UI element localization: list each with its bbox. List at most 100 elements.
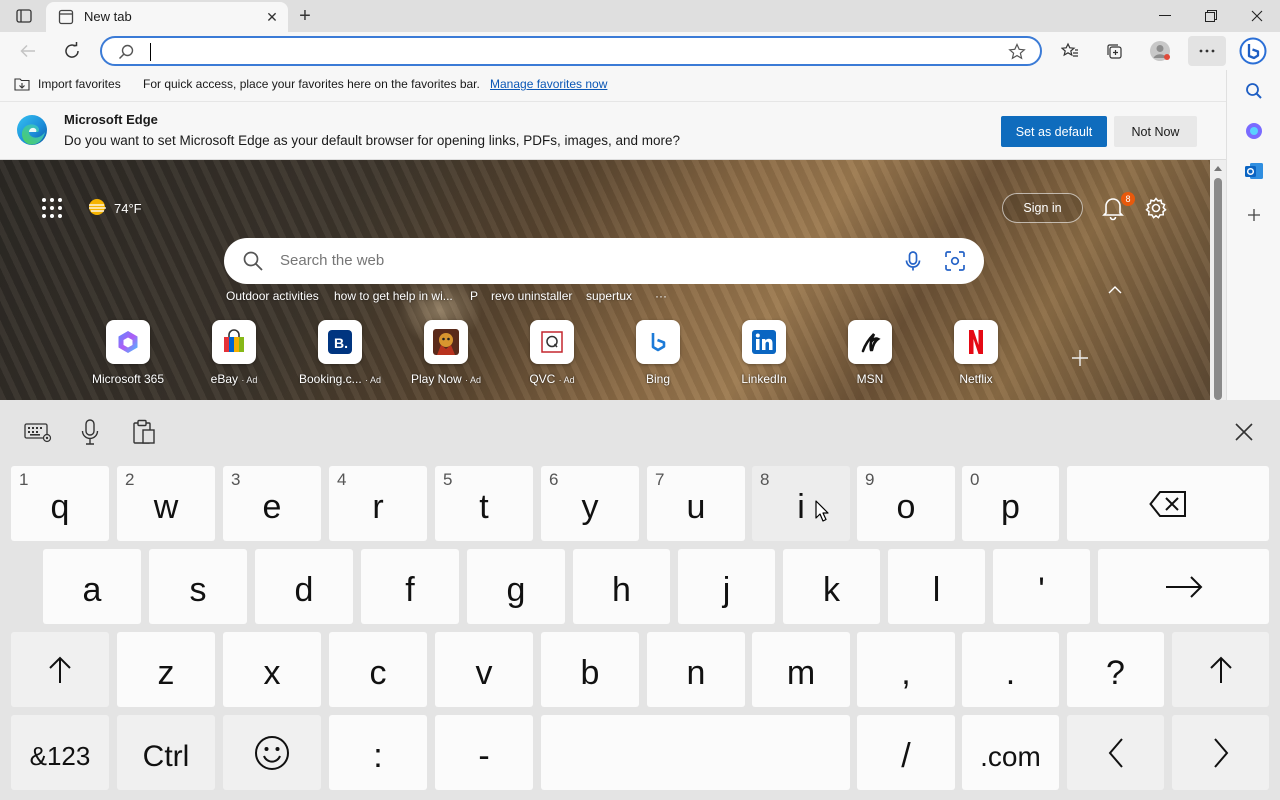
key-f[interactable]: f <box>361 549 459 624</box>
key-q[interactable]: 1q <box>11 466 109 541</box>
cursor-left-key[interactable] <box>1067 715 1164 790</box>
key-e[interactable]: 3e <box>223 466 321 541</box>
copilot-button[interactable] <box>1238 36 1268 66</box>
sidebar-search-button[interactable] <box>1241 78 1267 104</box>
key-p[interactable]: 0p <box>962 466 1059 541</box>
key-m[interactable]: m <box>752 632 850 707</box>
key-u[interactable]: 7u <box>647 466 745 541</box>
set-as-default-button[interactable]: Set as default <box>1001 116 1107 147</box>
ctrl-key[interactable]: Ctrl <box>117 715 215 790</box>
trending-search-chip[interactable]: revo uninstaller <box>491 289 572 303</box>
tab-new-tab[interactable]: New tab ✕ <box>46 2 288 32</box>
key-s[interactable]: s <box>149 549 247 624</box>
key-r[interactable]: 4r <box>329 466 427 541</box>
key-dotcom[interactable]: .com <box>962 715 1059 790</box>
quick-link-tile[interactable]: Play Now · Ad <box>396 320 496 390</box>
plus-icon <box>1248 209 1260 221</box>
cursor-right-key[interactable] <box>1172 715 1269 790</box>
key-b[interactable]: b <box>541 632 639 707</box>
key-slash[interactable]: / <box>857 715 955 790</box>
key-apostrophe[interactable]: ' <box>993 549 1090 624</box>
trending-search-chip[interactable]: P <box>470 289 478 303</box>
key-question[interactable]: ? <box>1067 632 1164 707</box>
voice-typing-button[interactable] <box>76 418 104 446</box>
address-bar[interactable] <box>100 36 1042 66</box>
key-i[interactable]: 8i <box>752 466 850 541</box>
shift-left-key[interactable] <box>11 632 109 707</box>
favorites-button[interactable] <box>1056 38 1084 64</box>
app-launcher-icon[interactable] <box>40 196 64 220</box>
key-colon[interactable]: : <box>329 715 427 790</box>
visual-search-icon[interactable] <box>944 250 966 272</box>
close-window-button[interactable] <box>1234 0 1280 32</box>
spacebar-key[interactable] <box>541 715 850 790</box>
key-x[interactable]: x <box>223 632 321 707</box>
restore-button[interactable] <box>1188 0 1234 32</box>
collections-button[interactable] <box>1100 38 1128 64</box>
add-shortcut-icon[interactable] <box>1070 348 1090 368</box>
chevron-up-icon[interactable] <box>1107 284 1123 296</box>
sidebar-add-button[interactable] <box>1241 202 1267 228</box>
enter-key[interactable] <box>1098 549 1269 624</box>
key-d[interactable]: d <box>255 549 353 624</box>
new-tab-button[interactable]: + <box>294 5 316 27</box>
clipboard-button[interactable] <box>130 418 158 446</box>
quick-link-tile[interactable]: LinkedIn <box>714 320 814 390</box>
key-o[interactable]: 9o <box>857 466 955 541</box>
trending-search-chip[interactable]: Outdoor activities <box>226 289 319 303</box>
scroll-up-icon[interactable] <box>1214 166 1222 171</box>
emoji-key[interactable] <box>223 715 321 790</box>
key-j[interactable]: j <box>678 549 775 624</box>
key-period[interactable]: . <box>962 632 1059 707</box>
shift-right-key[interactable] <box>1172 632 1269 707</box>
key-h[interactable]: h <box>573 549 670 624</box>
refresh-button[interactable] <box>58 38 86 64</box>
key-t[interactable]: 5t <box>435 466 533 541</box>
favorite-star-icon[interactable] <box>1008 43 1026 61</box>
close-keyboard-button[interactable] <box>1230 418 1258 446</box>
quick-link-tile[interactable]: Microsoft 365 <box>78 320 178 390</box>
keyboard-settings-button[interactable] <box>24 418 52 446</box>
sidebar-shopping-button[interactable] <box>1241 118 1267 144</box>
weather-widget[interactable]: 74°F <box>86 197 142 219</box>
import-favorites-button[interactable]: Import favorites <box>14 77 121 91</box>
quick-link-tile[interactable]: Netflix <box>926 320 1026 390</box>
web-search-box[interactable]: Search the web <box>224 238 984 284</box>
key-g[interactable]: g <box>467 549 565 624</box>
not-now-button[interactable]: Not Now <box>1114 116 1197 147</box>
backspace-key[interactable] <box>1067 466 1269 541</box>
close-tab-icon[interactable]: ✕ <box>264 9 280 25</box>
key-z[interactable]: z <box>117 632 215 707</box>
minimize-button[interactable] <box>1142 0 1188 32</box>
key-n[interactable]: n <box>647 632 745 707</box>
symbols-key[interactable]: &123 <box>11 715 109 790</box>
back-button[interactable] <box>14 38 42 64</box>
quick-link-tile[interactable]: eBay · Ad <box>184 320 284 390</box>
trending-search-chip[interactable]: supertux <box>586 289 632 303</box>
key-y[interactable]: 6y <box>541 466 639 541</box>
page-scrollbar[interactable] <box>1210 160 1226 400</box>
settings-and-more-button[interactable] <box>1188 36 1226 66</box>
gear-icon[interactable] <box>1144 196 1168 220</box>
scrollbar-thumb[interactable] <box>1214 178 1222 400</box>
tab-actions-button[interactable] <box>12 7 36 25</box>
key-l[interactable]: l <box>888 549 985 624</box>
key-a[interactable]: a <box>43 549 141 624</box>
sign-in-button[interactable]: Sign in <box>1002 193 1083 223</box>
key-v[interactable]: v <box>435 632 533 707</box>
voice-search-icon[interactable] <box>902 250 924 272</box>
key-c[interactable]: c <box>329 632 427 707</box>
trending-search-chip[interactable]: how to get help in wi... <box>334 289 453 303</box>
profile-button[interactable] <box>1146 38 1174 64</box>
manage-favorites-link[interactable]: Manage favorites now <box>490 77 607 91</box>
sidebar-outlook-button[interactable] <box>1241 158 1267 184</box>
key-dash[interactable]: - <box>435 715 533 790</box>
key-k[interactable]: k <box>783 549 880 624</box>
quick-link-tile[interactable]: MSN <box>820 320 920 390</box>
quick-link-tile[interactable]: B. Booking.c... · Ad <box>290 320 390 390</box>
quick-link-tile[interactable]: Bing <box>608 320 708 390</box>
more-trending-button[interactable]: ··· <box>655 289 667 303</box>
key-comma[interactable]: , <box>857 632 955 707</box>
quick-link-tile[interactable]: QVC · Ad <box>502 320 602 390</box>
key-w[interactable]: 2w <box>117 466 215 541</box>
